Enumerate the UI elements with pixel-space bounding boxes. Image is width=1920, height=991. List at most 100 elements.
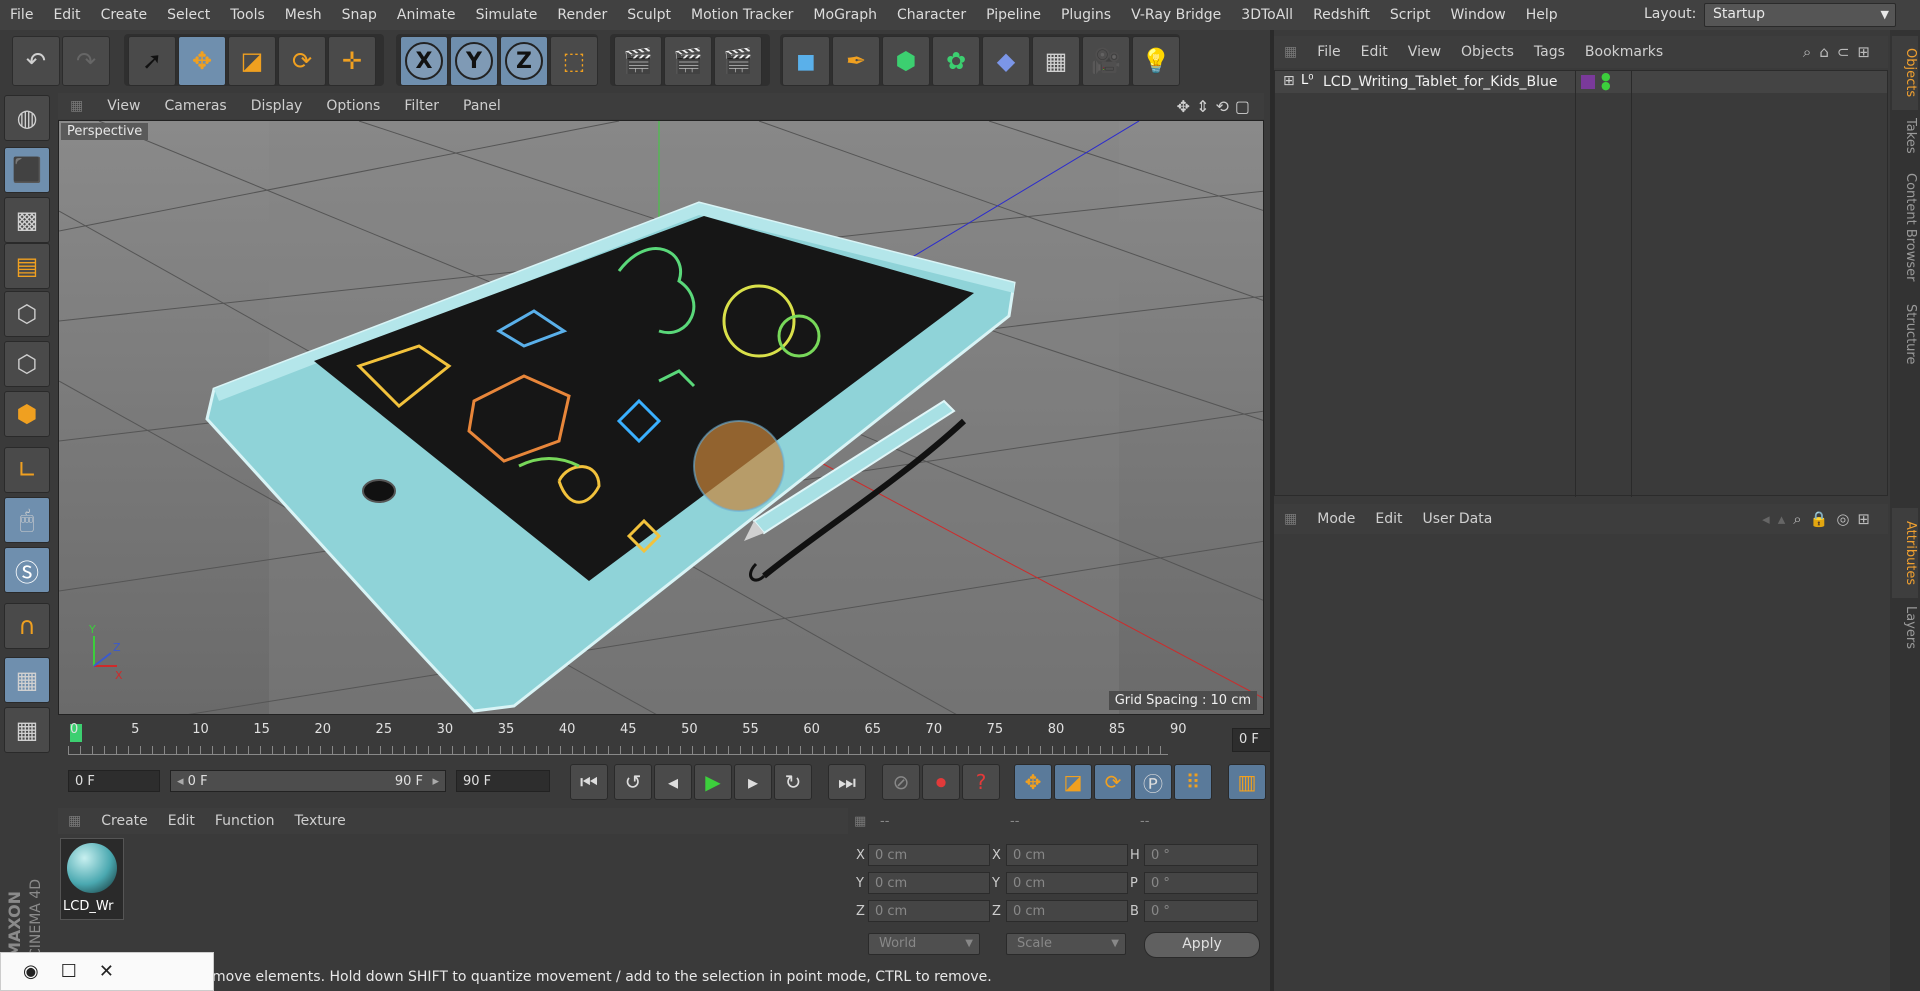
record-keys-button[interactable]: ⊘ bbox=[882, 764, 920, 800]
workplane-button[interactable]: ▤ bbox=[4, 243, 50, 289]
menu-select[interactable]: Select bbox=[157, 7, 220, 23]
menu-mesh[interactable]: Mesh bbox=[275, 7, 332, 23]
viewport-menu-display[interactable]: Display bbox=[239, 98, 315, 114]
pos-y-field[interactable]: 0 cm bbox=[868, 872, 990, 894]
scale-dropdown[interactable]: Scale ▼ bbox=[1006, 933, 1126, 955]
home-icon[interactable]: ⌂ bbox=[1819, 43, 1837, 61]
target-icon[interactable]: ◎ bbox=[1836, 510, 1857, 528]
attribute-manager-tools[interactable]: ◂▴⌕🔒◎⊞ bbox=[1762, 510, 1878, 528]
light-button[interactable]: 💡 bbox=[1132, 36, 1180, 86]
key-scale-button[interactable]: ◪ bbox=[1054, 764, 1092, 800]
model-mode-button[interactable]: ⬛ bbox=[4, 147, 50, 193]
timeline-ruler[interactable]: 0 5 10 15 20 25 30 35 40 45 50 55 60 65 70 75 80 85 90 0 F… bbox=[58, 718, 1330, 762]
menu-file[interactable]: File bbox=[0, 7, 43, 23]
texture-mode-button[interactable]: ▩ bbox=[4, 197, 50, 243]
keyframe-selection-button[interactable]: ? bbox=[962, 764, 1000, 800]
render-settings-button[interactable]: 🎬 bbox=[714, 36, 762, 86]
render-view-button[interactable]: 🎬 bbox=[614, 36, 662, 86]
expand-icon[interactable]: ⊞ bbox=[1283, 73, 1295, 89]
menu-tools[interactable]: Tools bbox=[220, 7, 275, 23]
menu-plugins[interactable]: Plugins bbox=[1051, 7, 1121, 23]
maximize-icon[interactable]: ☐ bbox=[61, 961, 77, 982]
search-icon[interactable]: ⌕ bbox=[1803, 43, 1819, 61]
material-menu-function[interactable]: Function bbox=[205, 813, 285, 829]
link-icon[interactable]: ⊂ bbox=[1837, 43, 1858, 61]
new-window-icon[interactable]: ⊞ bbox=[1857, 510, 1878, 528]
menu-edit[interactable]: Edit bbox=[43, 7, 90, 23]
viewport-camera-label[interactable]: Perspective bbox=[61, 123, 149, 140]
material-menu-edit[interactable]: Edit bbox=[158, 813, 205, 829]
coordinate-system-button[interactable]: ⬚ bbox=[550, 36, 598, 86]
render-picture-viewer-button[interactable]: 🎬 bbox=[664, 36, 712, 86]
edges-mode-button[interactable]: ⬡ bbox=[4, 341, 50, 387]
lock-icon[interactable]: 🔒 bbox=[1810, 510, 1837, 528]
next-frame-button[interactable]: ▸ bbox=[734, 764, 772, 800]
live-selection-button[interactable]: ➚ bbox=[128, 36, 176, 86]
axis-mode-button[interactable]: ∟ bbox=[4, 447, 50, 493]
viewport-menu-cameras[interactable]: Cameras bbox=[152, 98, 238, 114]
key-position-button[interactable]: ✥ bbox=[1014, 764, 1052, 800]
tab-structure[interactable]: Structure bbox=[1892, 288, 1918, 380]
close-icon[interactable]: ✕ bbox=[99, 961, 114, 982]
menu-window[interactable]: Window bbox=[1441, 7, 1516, 23]
menu-animate[interactable]: Animate bbox=[387, 7, 466, 23]
new-window-icon[interactable]: ⊞ bbox=[1857, 43, 1878, 61]
pos-z-field[interactable]: 0 cm bbox=[868, 900, 990, 922]
end-frame-field[interactable]: 90 F bbox=[456, 770, 550, 792]
recent-tool-button[interactable]: ✛ bbox=[328, 36, 376, 86]
snap-button[interactable]: Ⓢ bbox=[4, 547, 50, 593]
size-z-field[interactable]: 0 cm bbox=[1006, 900, 1128, 922]
previous-frame-button[interactable]: ◂ bbox=[654, 764, 692, 800]
menu-vray-bridge[interactable]: V-Ray Bridge bbox=[1121, 7, 1231, 23]
deformer-button[interactable]: ◆ bbox=[982, 36, 1030, 86]
menu-snap[interactable]: Snap bbox=[332, 7, 387, 23]
rot-b-field[interactable]: 0 ° bbox=[1144, 900, 1258, 922]
menu-simulate[interactable]: Simulate bbox=[466, 7, 548, 23]
y-axis-button[interactable]: Y bbox=[450, 36, 498, 86]
rotate-tool-button[interactable]: ⟳ bbox=[278, 36, 326, 86]
objects-menu-bookmarks[interactable]: Bookmarks bbox=[1575, 44, 1673, 60]
next-key-button[interactable]: ↻ bbox=[774, 764, 812, 800]
key-pla-button[interactable]: ⠿ bbox=[1174, 764, 1212, 800]
objects-menu-view[interactable]: View bbox=[1398, 44, 1451, 60]
move-tool-button[interactable]: ✥ bbox=[178, 36, 226, 86]
undo-button[interactable]: ↶ bbox=[12, 36, 60, 86]
viewport-menu-options[interactable]: Options bbox=[314, 98, 392, 114]
tab-content-browser[interactable]: Content Browser bbox=[1892, 162, 1918, 292]
objects-menu-objects[interactable]: Objects bbox=[1451, 44, 1524, 60]
menu-3dtoall[interactable]: 3DToAll bbox=[1231, 7, 1303, 23]
cinema4d-app-icon[interactable]: ◉ bbox=[23, 961, 39, 982]
subdivision-button[interactable]: ⬢ bbox=[882, 36, 930, 86]
up-icon[interactable]: ▴ bbox=[1778, 510, 1794, 528]
viewport-menu-view[interactable]: View bbox=[95, 98, 152, 114]
go-to-start-button[interactable]: ⏮ bbox=[570, 764, 608, 800]
menu-mograph[interactable]: MoGraph bbox=[803, 7, 887, 23]
previous-key-button[interactable]: ↺ bbox=[614, 764, 652, 800]
cloner-button[interactable]: ✿ bbox=[932, 36, 980, 86]
menu-sculpt[interactable]: Sculpt bbox=[617, 7, 681, 23]
locked-workplane-button[interactable]: ▦ bbox=[4, 657, 50, 703]
size-y-field[interactable]: 0 cm bbox=[1006, 872, 1128, 894]
viewport-menu-filter[interactable]: Filter bbox=[392, 98, 451, 114]
layout-select[interactable]: Startup ▼ bbox=[1704, 3, 1896, 27]
world-dropdown[interactable]: World ▼ bbox=[868, 933, 980, 955]
planar-workplane-button[interactable]: ▦ bbox=[4, 707, 50, 753]
cube-button[interactable]: ◼ bbox=[782, 36, 830, 86]
object-row[interactable]: ⊞ L⁰ LCD_Writing_Tablet_for_Kids_Blue ● ● bbox=[1275, 71, 1887, 93]
start-frame-field[interactable]: 0 F bbox=[68, 770, 160, 792]
x-axis-button[interactable]: X bbox=[400, 36, 448, 86]
key-rotation-button[interactable]: ⟳ bbox=[1094, 764, 1132, 800]
autokeying-button[interactable]: ⏺ bbox=[922, 764, 960, 800]
apply-button[interactable]: Apply bbox=[1144, 932, 1260, 958]
pen-button[interactable]: ✒ bbox=[832, 36, 880, 86]
floor-button[interactable]: ▦ bbox=[1032, 36, 1080, 86]
menu-redshift[interactable]: Redshift bbox=[1303, 7, 1380, 23]
menu-pipeline[interactable]: Pipeline bbox=[976, 7, 1051, 23]
points-mode-button[interactable]: ⬡ bbox=[4, 291, 50, 337]
magnet-button[interactable]: ∩ bbox=[4, 603, 50, 649]
polygons-mode-button[interactable]: ⬢ bbox=[4, 391, 50, 437]
tab-takes[interactable]: Takes bbox=[1892, 106, 1918, 166]
menu-motion-tracker[interactable]: Motion Tracker bbox=[681, 7, 803, 23]
tab-objects[interactable]: Objects bbox=[1892, 36, 1918, 110]
tab-layers[interactable]: Layers bbox=[1892, 592, 1918, 664]
